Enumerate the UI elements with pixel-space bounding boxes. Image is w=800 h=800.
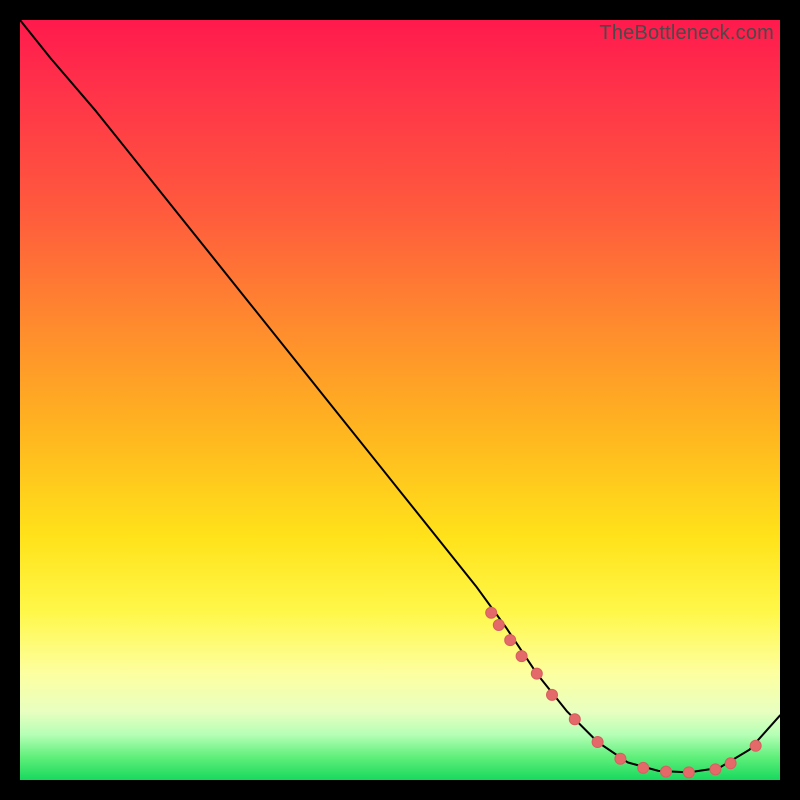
curve-marker	[725, 758, 736, 769]
curve-marker	[493, 619, 504, 630]
curve-markers	[486, 607, 761, 778]
curve-line	[20, 20, 780, 772]
chart-plot-area: TheBottleneck.com	[20, 20, 780, 780]
chart-stage: TheBottleneck.com	[0, 0, 800, 800]
curve-marker	[547, 689, 558, 700]
curve-marker	[710, 764, 721, 775]
curve-marker	[592, 737, 603, 748]
curve-marker	[750, 740, 761, 751]
curve-marker	[569, 714, 580, 725]
curve-marker	[486, 607, 497, 618]
curve-marker	[531, 668, 542, 679]
curve-marker	[615, 753, 626, 764]
curve-marker	[505, 635, 516, 646]
curve-marker	[638, 762, 649, 773]
curve-marker	[683, 767, 694, 778]
curve-marker	[661, 766, 672, 777]
curve-marker	[516, 651, 527, 662]
chart-overlay	[20, 20, 780, 780]
